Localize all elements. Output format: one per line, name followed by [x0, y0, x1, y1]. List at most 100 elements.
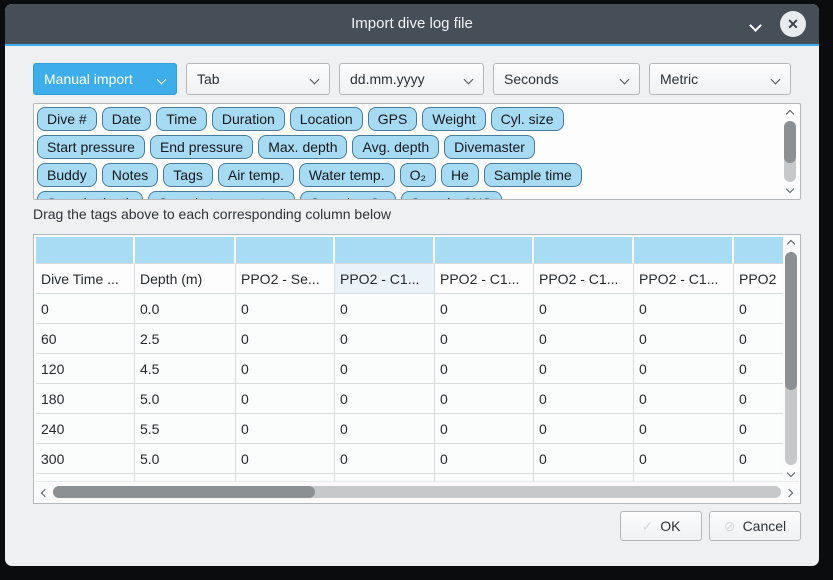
tag-cyl-size[interactable]: Cyl. size: [491, 107, 564, 131]
column-drop-zone[interactable]: [335, 237, 435, 264]
field-separator-value: Tab: [197, 71, 220, 87]
table-cell: 60: [36, 324, 135, 354]
tag-avg-depth[interactable]: Avg. depth: [352, 135, 439, 159]
tag-tags[interactable]: Tags: [163, 163, 213, 187]
tag-row: Buddy Notes Tags Air temp. Water temp. O…: [37, 163, 778, 187]
table-cell: 0: [335, 414, 435, 444]
date-format-value: dd.mm.yyyy: [350, 71, 425, 87]
table-cell: 0: [634, 414, 734, 444]
column-header[interactable]: PPO2 - C1...: [335, 264, 435, 294]
units-combo[interactable]: Metric: [649, 63, 791, 95]
table-cell: 0: [335, 384, 435, 414]
table-cell: 0: [435, 294, 534, 324]
column-header[interactable]: Dive Time ...: [36, 264, 135, 294]
chevron-down-icon: [771, 75, 781, 85]
tag-sample-po2[interactable]: Sample pO₂: [300, 191, 395, 200]
column-drop-zone[interactable]: [435, 237, 534, 264]
column-drop-zone[interactable]: [634, 237, 734, 264]
table-cell-partial: [734, 474, 783, 481]
scrollbar-thumb[interactable]: [785, 252, 797, 390]
tag-max-depth[interactable]: Max. depth: [258, 135, 347, 159]
column-header[interactable]: PPO2 - Se...: [236, 264, 335, 294]
tag-date[interactable]: Date: [102, 107, 152, 131]
tag-row-partial: Sample depth Sample temperature Sample p…: [37, 191, 778, 200]
tag-location[interactable]: Location: [290, 107, 363, 131]
close-button[interactable]: ✕: [780, 11, 806, 37]
column-drop-zone[interactable]: [534, 237, 634, 264]
tag-weight[interactable]: Weight: [422, 107, 485, 131]
source-format-combo[interactable]: Manual import: [33, 63, 177, 95]
table-cell-partial: [236, 474, 335, 481]
table-cell: 0: [734, 444, 783, 474]
shade-button[interactable]: [751, 17, 767, 31]
window-title: Import dive log file: [5, 4, 819, 44]
tag-he[interactable]: He: [441, 163, 479, 187]
ok-button[interactable]: ✓ OK: [620, 511, 702, 541]
tags-vertical-scrollbar[interactable]: [782, 106, 798, 197]
table-cell-partial: [36, 474, 135, 481]
column-header[interactable]: Depth (m): [135, 264, 236, 294]
column-drop-zone[interactable]: [135, 237, 236, 264]
tag-sample-temperature[interactable]: Sample temperature: [148, 191, 295, 200]
scrollbar-thumb[interactable]: [784, 121, 796, 163]
tag-list-panel: Dive # Date Time Duration Location GPS W…: [33, 103, 801, 200]
table-cell: 0: [534, 324, 634, 354]
tag-sample-time[interactable]: Sample time: [484, 163, 582, 187]
check-icon: ✓: [642, 518, 654, 535]
table-cell: 0: [634, 324, 734, 354]
scroll-up-icon[interactable]: [787, 240, 795, 248]
table-cell-partial: [534, 474, 634, 481]
tag-sample-cns[interactable]: Sample CNS: [401, 191, 502, 200]
table-cell: 5.5: [135, 414, 236, 444]
tag-time[interactable]: Time: [156, 107, 207, 131]
table-cell-partial: [634, 474, 734, 481]
scroll-left-icon[interactable]: [41, 489, 49, 497]
column-header[interactable]: PPO2: [734, 264, 783, 294]
table-cell: 0: [435, 384, 534, 414]
chevron-down-icon: [749, 19, 762, 32]
column-drop-zone[interactable]: [36, 237, 135, 264]
field-separator-combo[interactable]: Tab: [186, 63, 330, 95]
column-drop-zone[interactable]: [734, 237, 783, 264]
tag-gps[interactable]: GPS: [368, 107, 418, 131]
tag-sample-depth[interactable]: Sample depth: [37, 191, 143, 200]
table-cell: 0: [236, 294, 335, 324]
table-cell: 0: [36, 294, 135, 324]
import-options-row: Manual import Tab dd.mm.yyyy Seconds Met…: [33, 63, 801, 95]
tag-start-pressure[interactable]: Start pressure: [37, 135, 145, 159]
column-header[interactable]: PPO2 - C1...: [435, 264, 534, 294]
table-cell: 0: [435, 324, 534, 354]
tag-divemaster[interactable]: Divemaster: [444, 135, 535, 159]
column-header[interactable]: PPO2 - C1...: [534, 264, 634, 294]
tag-buddy[interactable]: Buddy: [37, 163, 97, 187]
cancel-button-label: Cancel: [743, 518, 787, 534]
drag-hint-label: Drag the tags above to each correspondin…: [33, 206, 801, 226]
tag-end-pressure[interactable]: End pressure: [150, 135, 253, 159]
tag-air-temp[interactable]: Air temp.: [218, 163, 294, 187]
column-drop-zone[interactable]: [236, 237, 335, 264]
scroll-right-icon[interactable]: [785, 489, 793, 497]
table-cell-partial: [435, 474, 534, 481]
tag-water-temp[interactable]: Water temp.: [299, 163, 395, 187]
tag-duration[interactable]: Duration: [212, 107, 285, 131]
table-cell: 0: [335, 354, 435, 384]
scroll-down-icon[interactable]: [787, 469, 795, 477]
table-horizontal-scrollbar[interactable]: [35, 481, 799, 502]
tag-dive-number[interactable]: Dive #: [37, 107, 97, 131]
duration-format-combo[interactable]: Seconds: [493, 63, 640, 95]
scrollbar-track[interactable]: [53, 486, 781, 498]
table-cell: 180: [36, 384, 135, 414]
date-format-combo[interactable]: dd.mm.yyyy: [339, 63, 484, 95]
cancel-button[interactable]: ⊘ Cancel: [709, 511, 801, 541]
tag-notes[interactable]: Notes: [102, 163, 159, 187]
source-format-value: Manual import: [44, 71, 133, 87]
units-value: Metric: [660, 71, 698, 87]
table-cell: 0: [236, 444, 335, 474]
tag-o2[interactable]: O₂: [400, 163, 436, 187]
column-header[interactable]: PPO2 - C1...: [634, 264, 734, 294]
table-vertical-scrollbar[interactable]: [783, 236, 799, 481]
ok-button-label: OK: [660, 518, 680, 534]
scroll-up-icon[interactable]: [786, 110, 794, 118]
scrollbar-thumb[interactable]: [53, 486, 315, 498]
scroll-down-icon[interactable]: [786, 185, 794, 193]
